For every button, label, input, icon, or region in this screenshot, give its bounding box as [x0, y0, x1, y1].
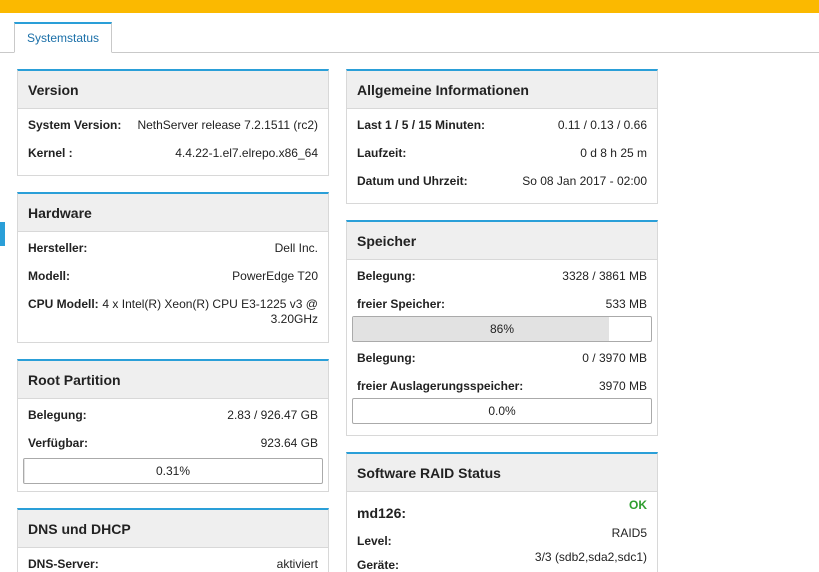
row-key: freier Auslagerungsspeicher:	[357, 379, 524, 393]
row-key: Geräte:	[357, 558, 400, 572]
row-key: Belegung:	[357, 269, 416, 283]
raid-device-name: md126:	[357, 505, 407, 521]
root-usage-progress-bar: 0.31%	[23, 458, 323, 484]
raid-status-panel: Software RAID Status md126: OK Level: RA…	[346, 452, 658, 572]
row-value: 3970 MB	[598, 379, 647, 393]
progress-label: 86%	[489, 322, 515, 336]
row-value: 4.4.22-1.el7.elrepo.x86_64	[175, 146, 318, 160]
info-row: Belegung: 3328 / 3861 MB	[357, 260, 647, 288]
info-row: Last 1 / 5 / 15 Minuten: 0.11 / 0.13 / 0…	[357, 109, 647, 137]
raid-status-ok: OK	[629, 498, 647, 512]
panel-title: Speicher	[347, 222, 657, 260]
info-row: Kernel : 4.4.22-1.el7.elrepo.x86_64	[28, 137, 318, 165]
info-row: freier Auslagerungsspeicher: 3970 MB	[357, 370, 647, 398]
info-row: Modell: PowerEdge T20	[28, 260, 318, 288]
row-key: Kernel :	[28, 146, 73, 160]
row-value: RAID5	[611, 526, 647, 540]
info-row: freier Speicher: 533 MB	[357, 288, 647, 316]
panel-title: Software RAID Status	[347, 454, 657, 492]
row-value: 4 x Intel(R) Xeon(R) CPU E3-1225 v3 @ 3.…	[102, 297, 318, 326]
raid-device-row: md126: OK	[357, 492, 647, 522]
row-key: Laufzeit:	[357, 146, 407, 160]
row-key: Datum und Uhrzeit:	[357, 174, 468, 188]
progress-label: 0.31%	[155, 464, 191, 478]
row-value: aktiviert	[276, 557, 318, 571]
row-value: 3/3 (sdb2,sda2,sdc1)	[534, 550, 647, 564]
row-key: Last 1 / 5 / 15 Minuten:	[357, 118, 485, 132]
load-key-nums: 1 / 5 / 15	[385, 118, 432, 132]
info-row: Level: RAID5	[357, 522, 647, 550]
row-value: 3328 / 3861 MB	[562, 269, 647, 283]
row-key: Belegung:	[28, 408, 87, 422]
row-key: freier Speicher:	[357, 297, 446, 311]
row-value: So 08 Jan 2017 - 02:00	[522, 174, 647, 188]
load-key-prefix: Last	[357, 118, 386, 132]
panel-title: Version	[18, 71, 328, 109]
ram-usage-progress-bar: 86%	[352, 316, 652, 342]
hardware-panel: Hardware Hersteller: Dell Inc. Modell: P…	[17, 192, 329, 343]
row-value: Dell Inc.	[274, 241, 318, 255]
memory-panel: Speicher Belegung: 3328 / 3861 MB freier…	[346, 220, 658, 436]
row-value: 0 / 3970 MB	[582, 351, 647, 365]
version-panel: Version System Version: NethServer relea…	[17, 69, 329, 176]
panel-title: Allgemeine Informationen	[347, 71, 657, 109]
row-value: 0 d 8 h 25 m	[580, 146, 647, 160]
row-key: DNS-Server:	[28, 557, 99, 571]
panel-title: Hardware	[18, 194, 328, 232]
row-value: 533 MB	[605, 297, 647, 311]
row-key: Hersteller:	[28, 241, 88, 255]
load-key-suffix: Minuten:	[431, 118, 486, 132]
info-row: Laufzeit: 0 d 8 h 25 m	[357, 137, 647, 165]
info-row: CPU Modell: 4 x Intel(R) Xeon(R) CPU E3-…	[28, 288, 318, 332]
info-row: Datum und Uhrzeit: So 08 Jan 2017 - 02:0…	[357, 165, 647, 193]
row-key: System Version:	[28, 118, 122, 132]
general-info-panel: Allgemeine Informationen Last 1 / 5 / 15…	[346, 69, 658, 204]
tab-bar: Systemstatus	[0, 22, 819, 53]
swap-usage-progress-bar: 0.0%	[352, 398, 652, 424]
row-key: Verfügbar:	[28, 436, 89, 450]
row-value: 923.64 GB	[260, 436, 318, 450]
row-value: PowerEdge T20	[232, 269, 318, 283]
row-key: CPU Modell:	[28, 297, 99, 311]
tab-systemstatus[interactable]: Systemstatus	[14, 22, 113, 53]
row-value: 2.83 / 926.47 GB	[227, 408, 318, 422]
info-row: Belegung: 0 / 3970 MB	[357, 342, 647, 370]
progress-label: 0.0%	[488, 404, 516, 418]
row-value: 0.11 / 0.13 / 0.66	[557, 118, 647, 132]
info-row: System Version: NethServer release 7.2.1…	[28, 109, 318, 137]
panel-title: Root Partition	[18, 361, 328, 399]
panel-title: DNS und DHCP	[18, 510, 328, 548]
row-key: Modell:	[28, 269, 70, 283]
top-banner	[0, 0, 819, 13]
row-key: Level:	[357, 534, 392, 548]
root-partition-panel: Root Partition Belegung: 2.83 / 926.47 G…	[17, 359, 329, 492]
left-edge-marker	[0, 222, 5, 246]
row-key: Belegung:	[357, 351, 416, 365]
info-row: DNS-Server: aktiviert	[28, 548, 318, 572]
info-row: Verfügbar: 923.64 GB	[28, 427, 318, 455]
info-row: Hersteller: Dell Inc.	[28, 232, 318, 260]
row-value: NethServer release 7.2.1511 (rc2)	[137, 118, 318, 132]
dns-dhcp-panel: DNS und DHCP DNS-Server: aktiviert	[17, 508, 329, 572]
info-row: Belegung: 2.83 / 926.47 GB	[28, 399, 318, 427]
info-row: Geräte: 3/3 (sdb2,sda2,sdc1)	[357, 550, 647, 572]
